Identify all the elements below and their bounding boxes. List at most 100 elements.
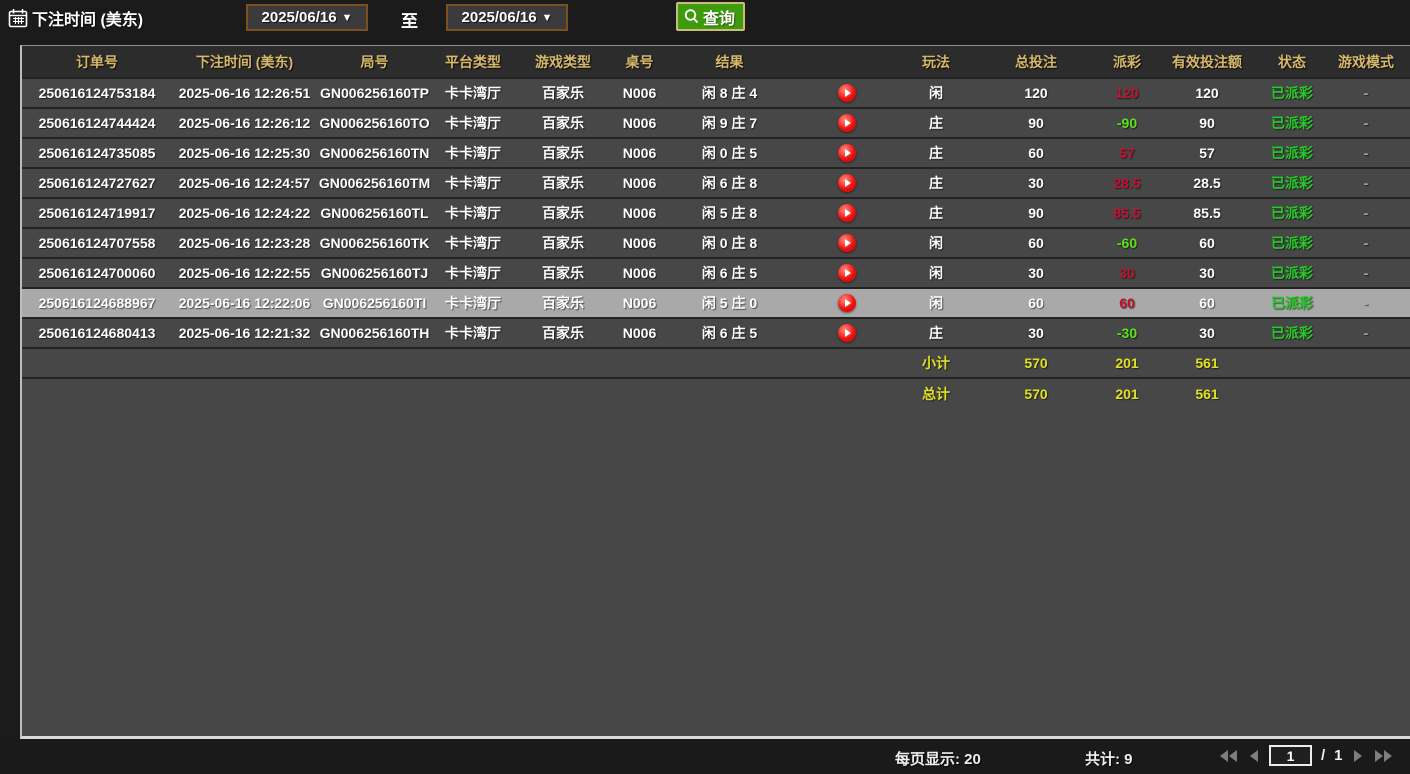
platform-cell: 卡卡湾厅 xyxy=(432,168,514,198)
total-count-label: 共计: 9 xyxy=(1085,748,1133,769)
double-right-arrow-icon xyxy=(1384,750,1392,762)
round-id-cell: GN006256160TI xyxy=(317,288,432,318)
play-type-cell: 闲 xyxy=(902,258,970,288)
date-to-select[interactable]: 2025/06/16 ▼ xyxy=(446,4,568,31)
table-header-row: 订单号下注时间 (美东)局号平台类型游戏类型桌号结果玩法总投注派彩有效投注额状态… xyxy=(22,46,1410,78)
table-row[interactable]: 2506161247276272025-06-16 12:24:57GN0062… xyxy=(22,168,1410,198)
round-id-cell: GN006256160TL xyxy=(317,198,432,228)
search-icon xyxy=(683,8,701,26)
next-page-button[interactable] xyxy=(1352,748,1364,764)
game-mode-cell: - xyxy=(1322,258,1410,288)
page-input[interactable] xyxy=(1269,745,1312,766)
order-id-cell: 250616124680413 xyxy=(22,318,172,348)
table-no-cell: N006 xyxy=(612,108,667,138)
valid-bet-cell: 85.5 xyxy=(1152,198,1262,228)
column-header-8: 玩法 xyxy=(902,46,970,78)
last-page-button[interactable] xyxy=(1373,748,1394,764)
result-cell: 闲 5 庄 8 xyxy=(667,198,792,228)
bet-time-cell: 2025-06-16 12:22:06 xyxy=(172,288,317,318)
per-page-label: 每页显示: 20 xyxy=(895,748,981,769)
table-no-cell: N006 xyxy=(612,258,667,288)
play-video-icon[interactable] xyxy=(838,204,856,222)
status-cell: 已派彩 xyxy=(1262,138,1322,168)
table-row[interactable]: 2506161247444242025-06-16 12:26:12GN0062… xyxy=(22,108,1410,138)
platform-cell: 卡卡湾厅 xyxy=(432,108,514,138)
game-type-cell: 百家乐 xyxy=(514,78,612,108)
play-type-cell: 闲 xyxy=(902,228,970,258)
double-right-arrow-icon xyxy=(1375,750,1383,762)
total-bet-cell: 60 xyxy=(970,288,1102,318)
table-row[interactable]: 2506161247350852025-06-16 12:25:30GN0062… xyxy=(22,138,1410,168)
order-id-cell: 250616124753184 xyxy=(22,78,172,108)
platform-cell: 卡卡湾厅 xyxy=(432,138,514,168)
column-header-12: 状态 xyxy=(1262,46,1322,78)
page-title: 下注时间 (美东) xyxy=(32,6,143,30)
status-cell: 已派彩 xyxy=(1262,258,1322,288)
bet-time-cell: 2025-06-16 12:26:12 xyxy=(172,108,317,138)
column-header-6: 结果 xyxy=(667,46,792,78)
payout-cell: 30 xyxy=(1102,258,1152,288)
status-cell: 已派彩 xyxy=(1262,318,1322,348)
table-no-cell: N006 xyxy=(612,318,667,348)
play-video-icon[interactable] xyxy=(838,114,856,132)
video-cell xyxy=(792,138,902,168)
payout-cell: 85.5 xyxy=(1102,198,1152,228)
play-video-icon[interactable] xyxy=(838,84,856,102)
first-page-button[interactable] xyxy=(1218,748,1239,764)
toolbar: 下注时间 (美东) 2025/06/16 ▼ 至 2025/06/16 ▼ 查询 xyxy=(0,0,1410,45)
subtotal-row-total-bet: 570 xyxy=(970,348,1102,378)
date-range-to-label: 至 xyxy=(401,7,418,32)
table-row[interactable]: 2506161247531842025-06-16 12:26:51GN0062… xyxy=(22,78,1410,108)
prev-page-button[interactable] xyxy=(1248,748,1260,764)
order-id-cell: 250616124700060 xyxy=(22,258,172,288)
column-header-10: 派彩 xyxy=(1102,46,1152,78)
table-row[interactable]: 2506161246804132025-06-16 12:21:32GN0062… xyxy=(22,318,1410,348)
date-from-select[interactable]: 2025/06/16 ▼ xyxy=(246,4,368,31)
table-no-cell: N006 xyxy=(612,288,667,318)
table-no-cell: N006 xyxy=(612,228,667,258)
play-video-icon[interactable] xyxy=(838,324,856,342)
result-cell: 闲 9 庄 7 xyxy=(667,108,792,138)
video-cell xyxy=(792,318,902,348)
column-header-9: 总投注 xyxy=(970,46,1102,78)
video-cell xyxy=(792,198,902,228)
valid-bet-cell: 60 xyxy=(1152,228,1262,258)
table-no-cell: N006 xyxy=(612,198,667,228)
video-cell xyxy=(792,288,902,318)
game-mode-cell: - xyxy=(1322,138,1410,168)
table-row[interactable]: 2506161247000602025-06-16 12:22:55GN0062… xyxy=(22,258,1410,288)
double-left-arrow-icon xyxy=(1229,750,1237,762)
game-mode-cell: - xyxy=(1322,168,1410,198)
payout-cell: -90 xyxy=(1102,108,1152,138)
play-video-icon[interactable] xyxy=(838,144,856,162)
round-id-cell: GN006256160TK xyxy=(317,228,432,258)
total-row: 总计570201561 xyxy=(22,378,1410,408)
table-body: 2506161247531842025-06-16 12:26:51GN0062… xyxy=(22,78,1410,408)
game-type-cell: 百家乐 xyxy=(514,108,612,138)
video-cell xyxy=(792,258,902,288)
valid-bet-cell: 120 xyxy=(1152,78,1262,108)
play-video-icon[interactable] xyxy=(838,294,856,312)
empty-cell xyxy=(22,378,902,408)
play-type-cell: 庄 xyxy=(902,138,970,168)
table-row[interactable]: 2506161246889672025-06-16 12:22:06GN0062… xyxy=(22,288,1410,318)
play-video-icon[interactable] xyxy=(838,264,856,282)
play-type-cell: 闲 xyxy=(902,78,970,108)
table-row[interactable]: 2506161247199172025-06-16 12:24:22GN0062… xyxy=(22,198,1410,228)
game-mode-cell: - xyxy=(1322,288,1410,318)
order-id-cell: 250616124688967 xyxy=(22,288,172,318)
total-row-label: 总计 xyxy=(902,378,970,408)
bet-time-cell: 2025-06-16 12:22:55 xyxy=(172,258,317,288)
bet-time-cell: 2025-06-16 12:24:22 xyxy=(172,198,317,228)
play-video-icon[interactable] xyxy=(838,174,856,192)
play-type-cell: 庄 xyxy=(902,198,970,228)
table-row[interactable]: 2506161247075582025-06-16 12:23:28GN0062… xyxy=(22,228,1410,258)
query-button-label: 查询 xyxy=(703,5,735,29)
game-type-cell: 百家乐 xyxy=(514,288,612,318)
play-video-icon[interactable] xyxy=(838,234,856,252)
query-button[interactable]: 查询 xyxy=(676,2,745,31)
table-no-cell: N006 xyxy=(612,168,667,198)
order-id-cell: 250616124727627 xyxy=(22,168,172,198)
valid-bet-cell: 90 xyxy=(1152,108,1262,138)
valid-bet-cell: 60 xyxy=(1152,288,1262,318)
